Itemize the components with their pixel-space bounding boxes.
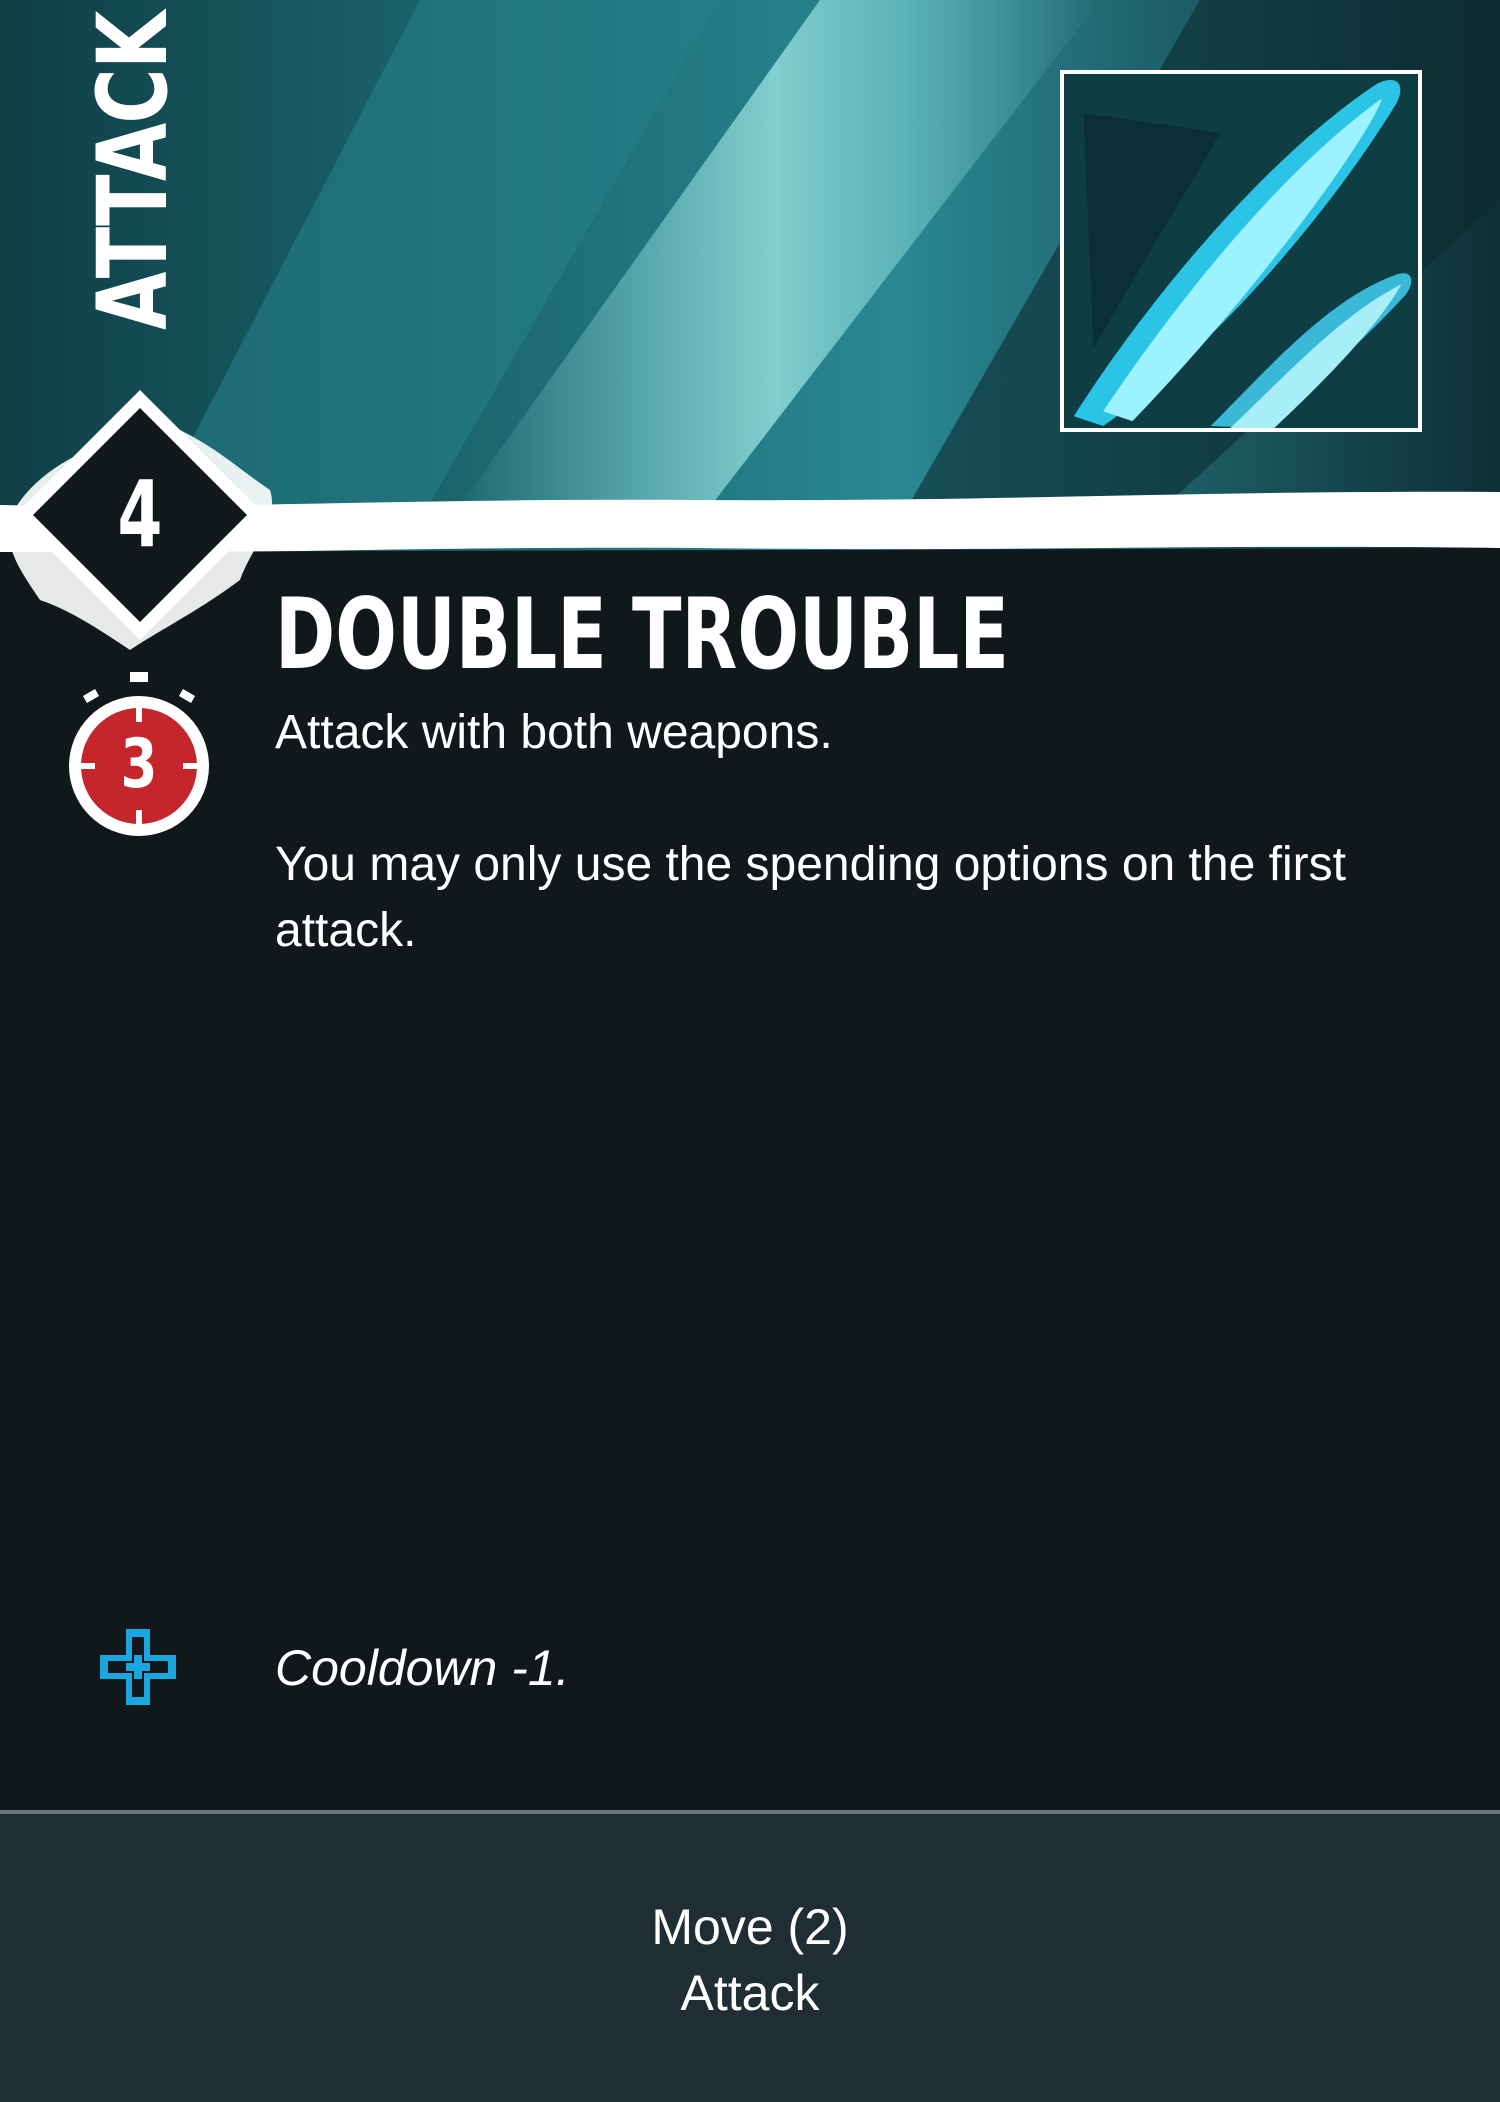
cost-value: 4 bbox=[117, 461, 163, 568]
cooldown-value: 3 bbox=[120, 725, 158, 804]
card-footer: Move (2) Attack bbox=[0, 1810, 1500, 2102]
description-line: Attack with both weapons. bbox=[275, 706, 833, 759]
description-line: You may only use the spending options on… bbox=[275, 838, 1346, 957]
card-title: DOUBLE TROUBLE bbox=[275, 578, 1009, 692]
plus-cross-icon bbox=[96, 1625, 180, 1709]
footer-action-move: Move (2) bbox=[651, 1899, 849, 1955]
bonus-text: Cooldown -1. bbox=[275, 1640, 570, 1696]
ability-card[interactable]: ATTACK 4 3 DOUBLE TROUBLE Attack with bo… bbox=[0, 0, 1500, 2102]
card-description: Attack with both weapons. You may only u… bbox=[275, 700, 1375, 1030]
footer-action-attack: Attack bbox=[680, 1965, 820, 2021]
ability-art bbox=[1060, 70, 1422, 432]
card-category: ATTACK bbox=[76, 11, 189, 330]
